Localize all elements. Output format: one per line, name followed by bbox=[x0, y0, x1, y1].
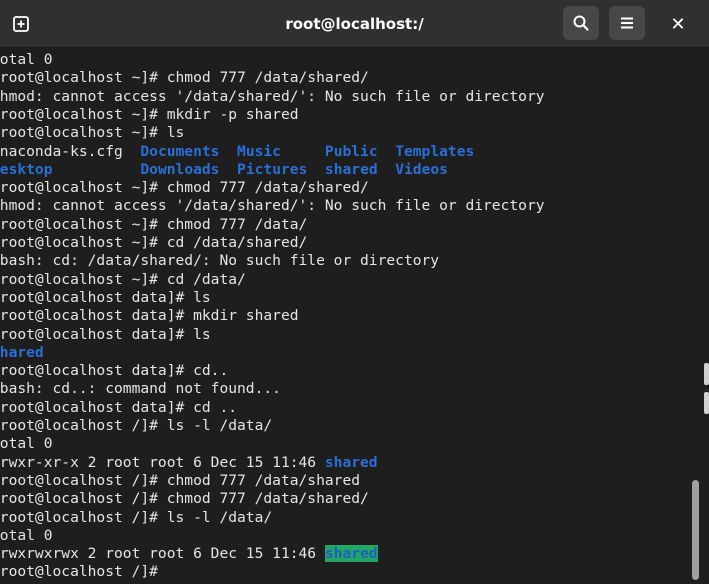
terminal-text: [root@localhost data]# mkdir shared bbox=[0, 307, 299, 325]
directory-name: Music bbox=[237, 142, 281, 160]
terminal-line: drwxrwxrwx 2 root root 6 Dec 15 11:46 sh… bbox=[0, 545, 378, 563]
terminal-text: total 0 bbox=[0, 435, 53, 453]
terminal-line: [root@localhost data]# cd .. bbox=[0, 399, 237, 417]
terminal-line: anaconda-ks.cfg Documents Music Public T… bbox=[0, 143, 474, 161]
terminal-text: [root@localhost data]# cd .. bbox=[0, 398, 238, 416]
terminal-line: [root@localhost /]# bbox=[0, 563, 167, 581]
terminal-line: [root@localhost /]# chmod 777 /data/shar… bbox=[0, 490, 369, 508]
terminal-text: [root@localhost /]# chmod 777 /data/shar… bbox=[0, 471, 361, 489]
terminal-text: [root@localhost ~]# chmod 777 /data/shar… bbox=[0, 179, 369, 197]
terminal-text: [root@localhost ~]# cd /data/ bbox=[0, 270, 246, 288]
terminal-line: chmod: cannot access '/data/shared/': No… bbox=[0, 88, 545, 106]
titlebar: root@localhost:/ ✕ bbox=[0, 0, 709, 47]
directory-name: Pictures bbox=[237, 160, 308, 178]
terminal-text: total 0 bbox=[0, 526, 53, 544]
terminal-text: [root@localhost /]# ls -l /data/ bbox=[0, 508, 273, 526]
terminal-text: anaconda-ks.cfg bbox=[0, 142, 141, 160]
terminal-text: drwxr-xr-x 2 root root 6 Dec 15 11:46 bbox=[0, 453, 325, 471]
terminal-line: [root@localhost ~]# cd /data/ bbox=[0, 271, 246, 289]
scrollbar[interactable] bbox=[690, 47, 709, 584]
terminal-line: [root@localhost data]# ls bbox=[0, 289, 211, 307]
terminal-text: [root@localhost data]# ls bbox=[0, 325, 211, 343]
directory-name: shared bbox=[324, 453, 378, 471]
terminal-text: total 0 bbox=[0, 51, 53, 68]
terminal-text: -bash: cd: /data/shared/: No such file o… bbox=[0, 252, 440, 270]
terminal-line: Desktop Downloads Pictures shared Videos bbox=[0, 161, 448, 179]
terminal-line: shared bbox=[0, 344, 44, 362]
terminal-line: total 0 bbox=[0, 51, 53, 69]
terminal-text: [root@localhost ~]# cd /data/shared/ bbox=[0, 234, 308, 251]
terminal-line: -bash: cd: /data/shared/: No such file o… bbox=[0, 252, 439, 270]
terminal-line: chmod: cannot access '/data/shared/': No… bbox=[0, 197, 545, 215]
terminal-text: drwxrwxrwx 2 root root 6 Dec 15 11:46 bbox=[0, 545, 325, 563]
directory-name: Documents bbox=[140, 142, 220, 160]
terminal-line: [root@localhost data]# cd.. bbox=[0, 362, 228, 380]
terminal-line: total 0 bbox=[0, 527, 53, 545]
terminal-text: [root@localhost data]# ls bbox=[0, 288, 211, 306]
terminal-line: -bash: cd..: command not found... bbox=[0, 380, 281, 398]
terminal-text: [root@localhost ~]# chmod 777 /data/ bbox=[0, 215, 308, 233]
terminal-line: [root@localhost /]# ls -l /data/ bbox=[0, 417, 272, 435]
directory-name: Templates bbox=[395, 142, 475, 160]
new-tab-icon bbox=[13, 16, 29, 32]
terminal-text: [root@localhost ~]# mkdir -p shared bbox=[0, 105, 299, 123]
search-button[interactable] bbox=[563, 6, 599, 40]
terminal-line: [root@localhost data]# ls bbox=[0, 326, 211, 344]
terminal-line: [root@localhost data]# mkdir shared bbox=[0, 307, 299, 325]
directory-name: shared bbox=[0, 343, 44, 361]
terminal-line: [root@localhost /]# ls -l /data/ bbox=[0, 509, 272, 527]
hamburger-menu-icon bbox=[621, 17, 633, 29]
directory-name: Desktop bbox=[0, 160, 53, 178]
terminal-text: -bash: cd..: command not found... bbox=[0, 380, 281, 398]
terminal-text: [root@localhost /]# chmod 777 /data/shar… bbox=[0, 490, 369, 508]
scrollbar-thumb[interactable] bbox=[692, 480, 699, 580]
terminal-line: drwxr-xr-x 2 root root 6 Dec 15 11:46 sh… bbox=[0, 454, 378, 472]
terminal-line: [root@localhost ~]# chmod 777 /data/ bbox=[0, 216, 307, 234]
terminal-line: [root@localhost ~]# ls bbox=[0, 124, 184, 142]
search-icon bbox=[573, 15, 589, 31]
terminal-line: [root@localhost ~]# chmod 777 /data/shar… bbox=[0, 179, 369, 197]
terminal-window: root@localhost:/ ✕ total 0[roo bbox=[0, 0, 709, 584]
terminal-line: [root@localhost /]# chmod 777 /data/shar… bbox=[0, 472, 360, 490]
terminal-text: [root@localhost /]# bbox=[0, 563, 167, 581]
terminal-output[interactable]: total 0[root@localhost ~]# chmod 777 /da… bbox=[0, 51, 690, 584]
directory-name: Downloads bbox=[140, 160, 220, 178]
close-button[interactable]: ✕ bbox=[660, 8, 696, 40]
terminal-line: [root@localhost ~]# mkdir -p shared bbox=[0, 106, 299, 124]
terminal-text: chmod: cannot access '/data/shared/': No… bbox=[0, 197, 545, 215]
window-edge-marker bbox=[704, 392, 709, 414]
close-icon: ✕ bbox=[670, 13, 686, 35]
window-edge-marker bbox=[704, 363, 709, 385]
terminal-text: [root@localhost /]# ls -l /data/ bbox=[0, 417, 273, 434]
terminal-text: [root@localhost ~]# ls bbox=[0, 124, 185, 142]
directory-name: shared bbox=[324, 160, 378, 178]
menu-button[interactable] bbox=[609, 6, 645, 40]
directory-name: Public bbox=[324, 142, 378, 160]
terminal-text: [root@localhost ~]# chmod 777 /data/shar… bbox=[0, 69, 369, 87]
window-title: root@localhost:/ bbox=[285, 14, 424, 33]
terminal-line: [root@localhost ~]# chmod 777 /data/shar… bbox=[0, 69, 369, 87]
directory-name-highlighted: shared bbox=[324, 545, 378, 563]
terminal-line: [root@localhost ~]# cd /data/shared/ bbox=[0, 234, 307, 252]
terminal-line: total 0 bbox=[0, 435, 53, 453]
new-tab-button[interactable] bbox=[4, 8, 38, 40]
terminal-text: chmod: cannot access '/data/shared/': No… bbox=[0, 87, 545, 105]
directory-name: Videos bbox=[395, 160, 448, 178]
terminal-text: [root@localhost data]# cd.. bbox=[0, 362, 229, 380]
